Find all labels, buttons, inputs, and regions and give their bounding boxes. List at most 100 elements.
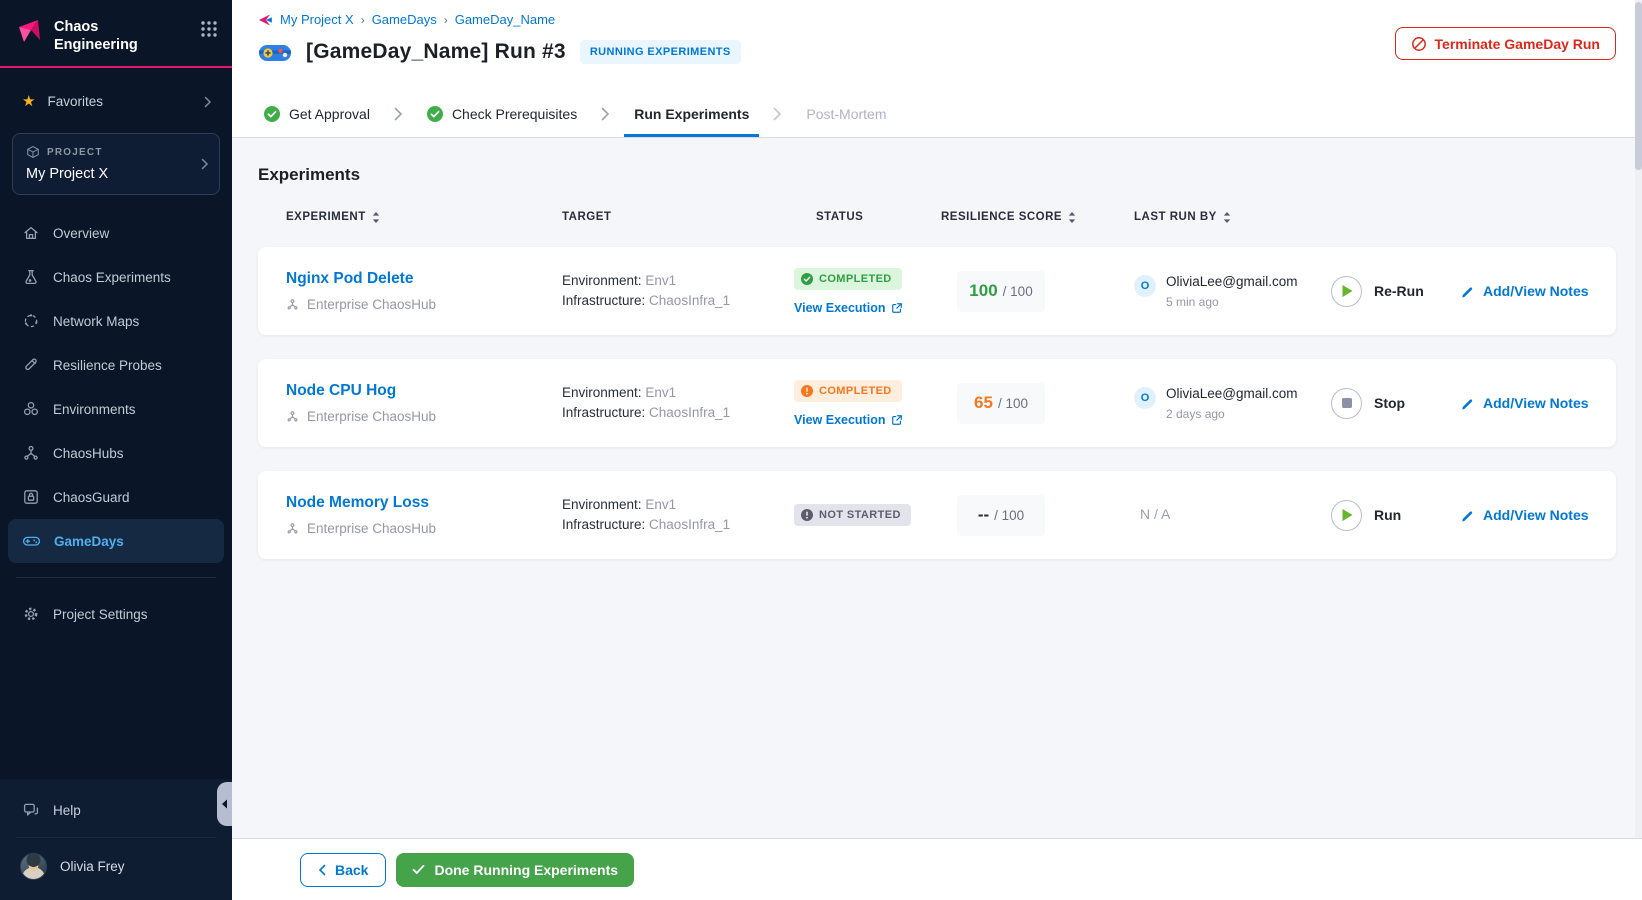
resilience-score-box: -- / 100 [957, 494, 1045, 536]
project-label: PROJECT [47, 146, 103, 158]
sidebar-item-overview[interactable]: Overview [8, 211, 224, 255]
step-post-mortem[interactable]: Post-Mortem [806, 91, 886, 137]
page-header: My Project X › GameDays › GameDay_Name [… [232, 0, 1642, 138]
column-experiment[interactable]: EXPERIMENT [286, 211, 562, 223]
nav-label: Chaos Experiments [53, 269, 171, 285]
breadcrumb-project-link[interactable]: My Project X [280, 12, 354, 27]
stop-button[interactable] [1331, 387, 1362, 419]
external-link-icon [892, 414, 903, 425]
breadcrumb-gamedays-link[interactable]: GameDays [372, 12, 437, 27]
main-area: My Project X › GameDays › GameDay_Name [… [232, 0, 1642, 900]
cube-icon [26, 145, 40, 159]
sidebar-divider [16, 577, 216, 579]
step-check-prerequisites[interactable]: Check Prerequisites [426, 91, 577, 137]
add-view-notes-link[interactable]: Add/View Notes [1461, 507, 1616, 523]
back-button[interactable]: Back [300, 852, 387, 887]
step-label: Get Approval [289, 106, 370, 122]
sidebar-item-chaoshubs[interactable]: ChaosHubs [8, 431, 224, 475]
view-execution-link[interactable]: View Execution [794, 413, 941, 427]
score-value: -- [977, 505, 990, 524]
action-cell: Re-Run [1331, 275, 1461, 307]
step-run-experiments[interactable]: Run Experiments [624, 91, 760, 137]
sort-icon[interactable] [1068, 211, 1076, 223]
sidebar-bottom: Help Olivia Frey [0, 779, 232, 900]
breadcrumb-gameday-link[interactable]: GameDay_Name [455, 12, 555, 27]
add-view-notes-link[interactable]: Add/View Notes [1461, 283, 1616, 299]
hub-icon [286, 410, 299, 423]
column-resilience-score[interactable]: RESILIENCE SCORE [941, 211, 1134, 223]
stop-icon [1341, 398, 1352, 408]
sidebar-item-environments[interactable]: Environments [8, 387, 224, 431]
last-run-na: N / A [1140, 506, 1171, 522]
infrastructure-value: ChaosInfra_1 [649, 293, 731, 308]
scrollbar-track[interactable] [1635, 0, 1642, 838]
user-profile[interactable]: Olivia Frey [0, 838, 232, 900]
step-get-approval[interactable]: Get Approval [264, 91, 370, 137]
environment-value: Env1 [645, 496, 677, 512]
environment-value: Env1 [645, 272, 677, 288]
sidebar-item-chaos-experiments[interactable]: Chaos Experiments [8, 255, 224, 299]
exclamation-circle-icon [801, 384, 813, 397]
breadcrumb-separator: › [360, 12, 365, 27]
terminate-gameday-button[interactable]: Terminate GameDay Run [1394, 27, 1616, 60]
column-target: TARGET [562, 211, 612, 223]
last-run-cell: N / A [1134, 506, 1331, 524]
sidebar-item-chaosguard[interactable]: ChaosGuard [8, 475, 224, 519]
notes-cell: Add/View Notes [1461, 507, 1616, 523]
run-button[interactable] [1331, 499, 1362, 531]
score-value: 65 [974, 393, 993, 412]
sidebar-item-help[interactable]: Help [0, 785, 232, 835]
nav-label: GameDays [54, 533, 124, 549]
last-run-cell: O OliviaLee@gmail.com 2 days ago [1134, 386, 1331, 421]
chevron-right-icon [204, 96, 212, 108]
favorites-label: Favorites [47, 94, 103, 110]
footer-bar: Back Done Running Experiments [232, 838, 1642, 900]
sidebar-item-favorites[interactable]: ★ Favorites [22, 94, 212, 109]
brand-title: Chaos Engineering [54, 19, 138, 54]
rerun-button[interactable] [1331, 275, 1362, 307]
probe-icon [22, 356, 40, 374]
view-execution-link[interactable]: View Execution [794, 301, 941, 315]
column-last-run-by[interactable]: LAST RUN BY [1134, 211, 1331, 223]
hub-icon [22, 444, 40, 462]
pencil-icon [1462, 287, 1473, 298]
score-max: / 100 [994, 507, 1025, 523]
check-icon [413, 864, 425, 874]
home-icon [22, 224, 40, 242]
sidebar-item-gamedays[interactable]: GameDays [8, 519, 224, 564]
resilience-score-box: 65 / 100 [957, 382, 1045, 424]
experiment-name-link[interactable]: Node CPU Hog [286, 382, 396, 400]
score-max: / 100 [997, 395, 1028, 411]
nav-label: ChaosHubs [53, 445, 124, 461]
status-cell: NOT STARTED [794, 504, 941, 526]
app-grid-icon[interactable] [200, 16, 218, 38]
project-selector[interactable]: PROJECT My Project X [12, 133, 220, 196]
page-title: [GameDay_Name] Run #3 [306, 40, 566, 63]
add-view-notes-link[interactable]: Add/View Notes [1461, 395, 1616, 411]
chevron-right-icon [201, 158, 209, 170]
sidebar-item-resilience-probes[interactable]: Resilience Probes [8, 343, 224, 387]
experiment-name-link[interactable]: Nginx Pod Delete [286, 270, 413, 288]
hub-name: Enterprise ChaosHub [307, 297, 437, 312]
back-label: Back [335, 861, 369, 878]
stepper: Get Approval Check Prerequisites Run Exp… [258, 91, 1616, 137]
chevron-right-icon [394, 107, 403, 121]
external-link-icon [892, 302, 903, 313]
sidebar-item-network-maps[interactable]: Network Maps [8, 299, 224, 343]
nav-label: Project Settings [53, 606, 148, 622]
nav-label: Resilience Probes [53, 357, 162, 373]
status-badge: COMPLETED [794, 379, 902, 402]
sidebar-item-project-settings[interactable]: Project Settings [8, 592, 224, 636]
score-cell: 65 / 100 [941, 382, 1134, 424]
last-run-time: 5 min ago [1166, 294, 1219, 309]
experiment-name-link[interactable]: Node Memory Loss [286, 494, 429, 512]
sidebar-collapse-handle[interactable] [217, 782, 232, 826]
resilience-score-box: 100 / 100 [957, 270, 1045, 312]
sort-icon[interactable] [372, 211, 380, 223]
sort-icon[interactable] [1223, 211, 1231, 223]
experiment-cell: Node Memory Loss Enterprise ChaosHub [286, 494, 562, 536]
scrollbar-thumb[interactable] [1635, 2, 1642, 170]
help-chat-icon [22, 801, 40, 819]
table-row: Node CPU Hog Enterprise ChaosHub Environ… [258, 359, 1616, 447]
done-running-experiments-button[interactable]: Done Running Experiments [396, 852, 635, 887]
